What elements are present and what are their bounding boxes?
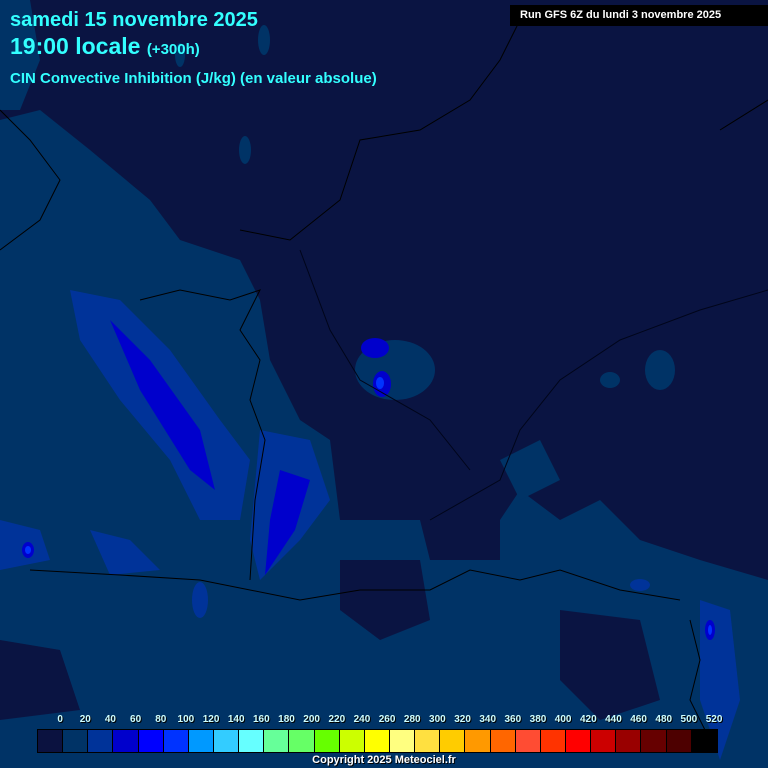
legend-label: 400 [554, 714, 572, 725]
forecast-time: 19:00 locale (+300h) [10, 33, 200, 60]
legend-swatch [38, 730, 64, 752]
legend-swatch [239, 730, 265, 752]
color-legend [37, 729, 718, 753]
legend-label: 320 [454, 714, 471, 725]
legend-swatch [540, 730, 566, 752]
legend-swatch [264, 730, 290, 752]
legend-swatch [339, 730, 365, 752]
legend-label: 440 [605, 714, 622, 725]
legend-swatch [88, 730, 114, 752]
legend-swatch [465, 730, 491, 752]
legend-labels: 0 20 40 60 80 100 120 140 160 180 200 220 240 260 280 3… [37, 714, 722, 726]
legend-label: 80 [155, 714, 167, 725]
legend-swatch [565, 730, 592, 752]
legend-swatch [490, 730, 516, 752]
legend-swatch [188, 730, 214, 752]
legend-swatch [591, 730, 617, 752]
legend-label: 340 [479, 714, 497, 725]
legend-label: 20 [79, 714, 91, 725]
legend-swatch [63, 730, 89, 752]
copyright: Copyright 2025 Meteociel.fr [312, 754, 456, 766]
run-label: Run GFS 6Z du lundi 3 novembre 2025 [510, 5, 768, 26]
legend-label: 200 [303, 714, 320, 725]
legend-label: 240 [353, 714, 371, 725]
legend-swatch [364, 730, 390, 752]
legend-swatch [415, 730, 441, 752]
legend-label: 160 [253, 714, 270, 725]
legend-label: 0 [57, 714, 63, 725]
legend-swatch [314, 730, 340, 752]
legend-label: 120 [202, 714, 220, 725]
legend-label: 140 [227, 714, 245, 725]
legend-label: 40 [104, 714, 116, 725]
legend-swatch [666, 730, 692, 752]
legend-swatch [113, 730, 139, 752]
legend-swatch [440, 730, 466, 752]
legend-label: 360 [504, 714, 522, 725]
legend-label: 520 [705, 714, 723, 725]
weather-map: samedi 15 novembre 2025 19:00 locale (+3… [0, 0, 768, 768]
legend-label: 280 [403, 714, 421, 725]
legend-swatch [515, 730, 541, 752]
legend-label: 220 [328, 714, 346, 725]
legend-label: 180 [278, 714, 295, 725]
legend-label: 380 [529, 714, 547, 725]
lead-time: (+300h) [146, 41, 200, 58]
legend-label: 460 [630, 714, 647, 725]
legend-label: 480 [655, 714, 673, 725]
legend-swatch [641, 730, 667, 752]
parameter-title: CIN Convective Inhibition (J/kg) (en val… [10, 70, 377, 87]
legend-label: 300 [429, 714, 446, 725]
legend-swatch [616, 730, 642, 752]
legend-swatch [163, 730, 189, 752]
legend-swatch [691, 730, 717, 752]
forecast-date: samedi 15 novembre 2025 [10, 9, 258, 31]
legend-label: 60 [130, 714, 142, 725]
local-time: 19:00 locale [10, 33, 141, 59]
legend-label: 420 [579, 714, 597, 725]
legend-swatch [138, 730, 164, 752]
cin-map [0, 0, 768, 768]
legend-swatch [289, 730, 315, 752]
legend-swatch [213, 730, 240, 752]
legend-label: 100 [177, 714, 195, 725]
legend-swatch [389, 730, 416, 752]
legend-label: 260 [378, 714, 396, 725]
legend-label: 500 [680, 714, 698, 725]
